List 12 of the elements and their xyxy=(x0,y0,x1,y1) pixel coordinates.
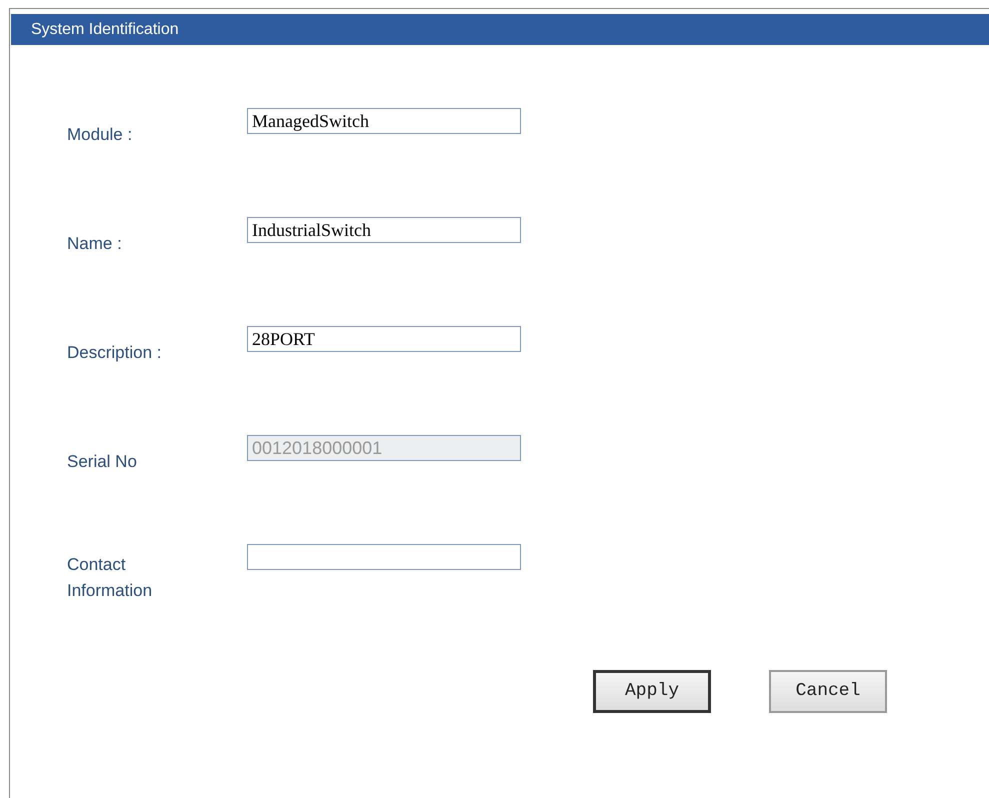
text-field[interactable]: IndustrialSwitch xyxy=(247,217,521,243)
text-field[interactable]: ManagedSwitch xyxy=(247,108,521,134)
cancel-button[interactable]: Cancel xyxy=(769,670,887,713)
text-field[interactable]: 28PORT xyxy=(247,326,521,352)
panel-title: System Identification xyxy=(11,14,989,45)
field-label: Name : xyxy=(67,233,123,255)
field-label: Contact Information xyxy=(67,554,154,602)
field-label: Description : xyxy=(67,342,162,364)
field-label: Module : xyxy=(67,124,134,146)
text-field[interactable] xyxy=(247,544,521,570)
apply-button[interactable]: Apply xyxy=(593,670,711,713)
field-label: Serial No xyxy=(67,451,138,473)
